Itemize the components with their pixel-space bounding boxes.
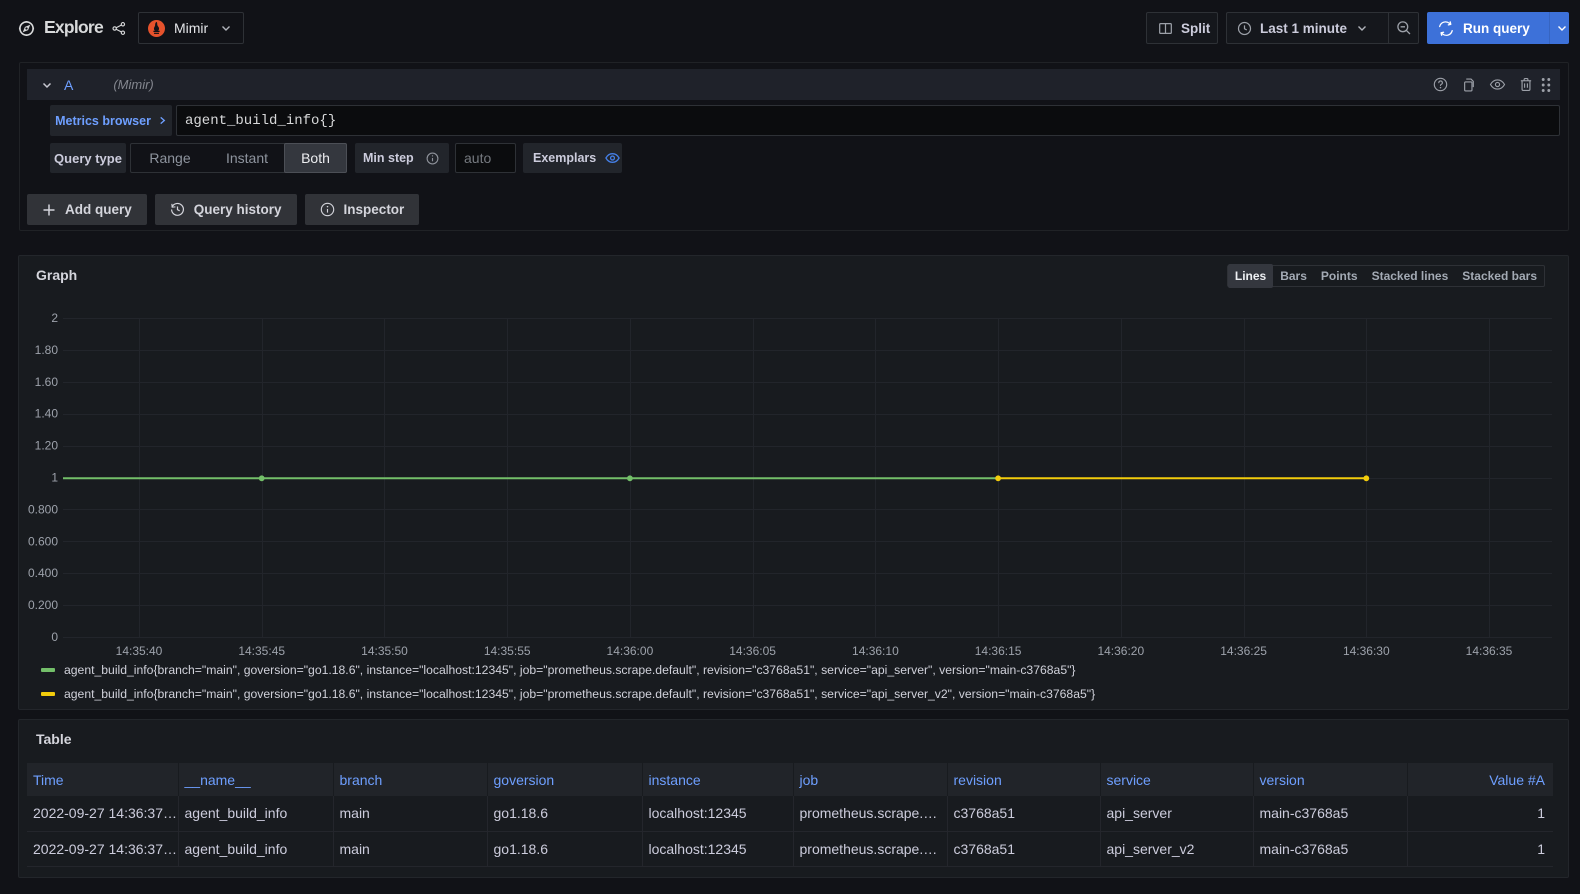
svg-text:0.800: 0.800 — [28, 502, 58, 516]
svg-text:0.200: 0.200 — [28, 598, 58, 612]
svg-text:0: 0 — [51, 630, 58, 644]
svg-text:14:36:35: 14:36:35 — [1466, 644, 1513, 658]
svg-text:14:36:10: 14:36:10 — [852, 644, 899, 658]
svg-text:14:35:40: 14:35:40 — [116, 644, 163, 658]
svg-text:14:36:15: 14:36:15 — [975, 644, 1022, 658]
svg-text:1.80: 1.80 — [35, 343, 59, 357]
svg-text:0.400: 0.400 — [28, 566, 58, 580]
svg-text:14:36:25: 14:36:25 — [1220, 644, 1267, 658]
svg-text:2: 2 — [51, 311, 58, 325]
svg-text:14:36:05: 14:36:05 — [729, 644, 776, 658]
svg-text:1.40: 1.40 — [35, 407, 59, 421]
svg-text:14:36:20: 14:36:20 — [1097, 644, 1144, 658]
svg-text:1.60: 1.60 — [35, 375, 59, 389]
svg-text:14:35:55: 14:35:55 — [484, 644, 531, 658]
svg-text:14:36:30: 14:36:30 — [1343, 644, 1390, 658]
svg-text:1.20: 1.20 — [35, 439, 59, 453]
svg-text:1: 1 — [51, 471, 58, 485]
svg-text:0.600: 0.600 — [28, 534, 58, 548]
svg-text:14:35:45: 14:35:45 — [238, 644, 285, 658]
svg-text:14:36:00: 14:36:00 — [607, 644, 654, 658]
svg-text:14:35:50: 14:35:50 — [361, 644, 408, 658]
